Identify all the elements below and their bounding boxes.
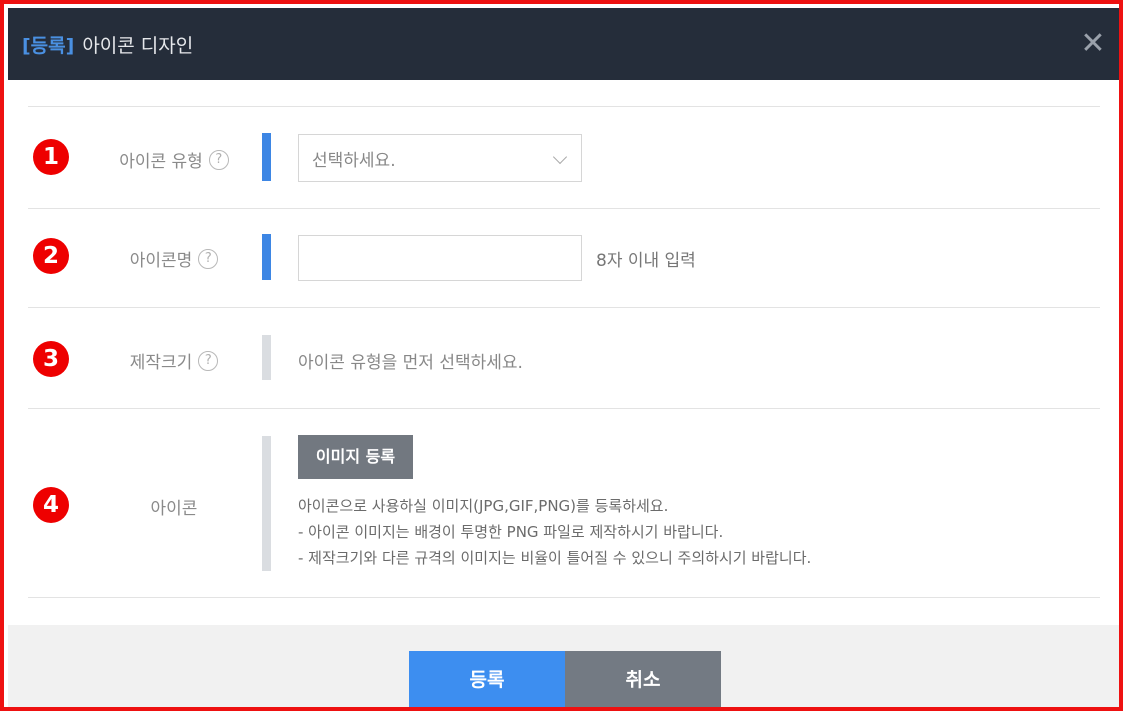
icon-name-input[interactable]: [298, 235, 582, 281]
dialog-footer: 등록 취소: [8, 625, 1119, 707]
help-icon[interactable]: ?: [198, 350, 219, 371]
optional-indicator: [262, 436, 271, 571]
description-line: - 아이콘 이미지는 배경이 투명한 PNG 파일로 제작하시기 바랍니다.: [298, 523, 724, 541]
image-upload-button[interactable]: 이미지 등록: [298, 435, 413, 479]
field-label-text: 아이콘 유형: [119, 152, 203, 172]
chevron-down-icon: [552, 149, 568, 165]
close-icon[interactable]: ✕: [1079, 29, 1107, 59]
dialog-header: [등록] 아이콘 디자인 ✕: [8, 8, 1119, 80]
dialog: [등록] 아이콘 디자인 ✕ 1 아이콘 유형 ? 선택하세요. 2 아이콘명 …: [0, 0, 1123, 711]
step-badge-2: 2: [33, 238, 69, 274]
field-label-icon-name: 아이콘명 ?: [84, 246, 264, 271]
field-label-text: 아이콘: [150, 499, 198, 519]
required-indicator: [262, 234, 271, 280]
field-row-size: 3 제작크기 ? 아이콘 유형을 먼저 선택하세요.: [28, 308, 1100, 408]
field-row-icon-type: 1 아이콘 유형 ? 선택하세요.: [28, 107, 1100, 208]
cancel-button[interactable]: 취소: [565, 651, 721, 707]
description-line: - 제작크기와 다른 규격의 이미지는 비율이 틀어질 수 있으니 주의하시기 …: [298, 549, 812, 567]
submit-button[interactable]: 등록: [409, 651, 565, 707]
field-label-size: 제작크기 ?: [84, 348, 264, 373]
optional-indicator: [262, 335, 271, 380]
field-label-text: 제작크기: [129, 353, 193, 373]
field-row-icon-name: 2 아이콘명 ? 8자 이내 입력: [28, 209, 1100, 307]
dialog-title: 아이콘 디자인: [82, 34, 194, 57]
help-icon[interactable]: ?: [208, 149, 229, 170]
icon-name-hint: 8자 이내 입력: [596, 251, 696, 271]
step-badge-3: 3: [33, 341, 69, 377]
description-line: 아이콘으로 사용하실 이미지(JPG,GIF,PNG)를 등록하세요.: [298, 497, 669, 515]
dialog-title-tag: [등록]: [22, 34, 75, 57]
field-label-icon-type: 아이콘 유형 ?: [84, 147, 264, 172]
help-icon[interactable]: ?: [198, 248, 219, 269]
step-badge-1: 1: [33, 139, 69, 175]
step-badge-4: 4: [33, 487, 69, 523]
icon-type-select[interactable]: 선택하세요.: [298, 134, 582, 182]
field-row-icon: 4 아이콘 이미지 등록 아이콘으로 사용하실 이미지(JPG,GIF,PNG)…: [28, 409, 1100, 597]
upload-description: 아이콘으로 사용하실 이미지(JPG,GIF,PNG)를 등록하세요. - 아이…: [298, 493, 811, 571]
size-info-text: 아이콘 유형을 먼저 선택하세요.: [298, 353, 523, 373]
field-label-text: 아이콘명: [129, 251, 193, 271]
select-value: 선택하세요.: [312, 150, 396, 171]
row-divider: [28, 597, 1100, 598]
field-label-icon: 아이콘: [84, 494, 264, 519]
required-indicator: [262, 133, 271, 181]
